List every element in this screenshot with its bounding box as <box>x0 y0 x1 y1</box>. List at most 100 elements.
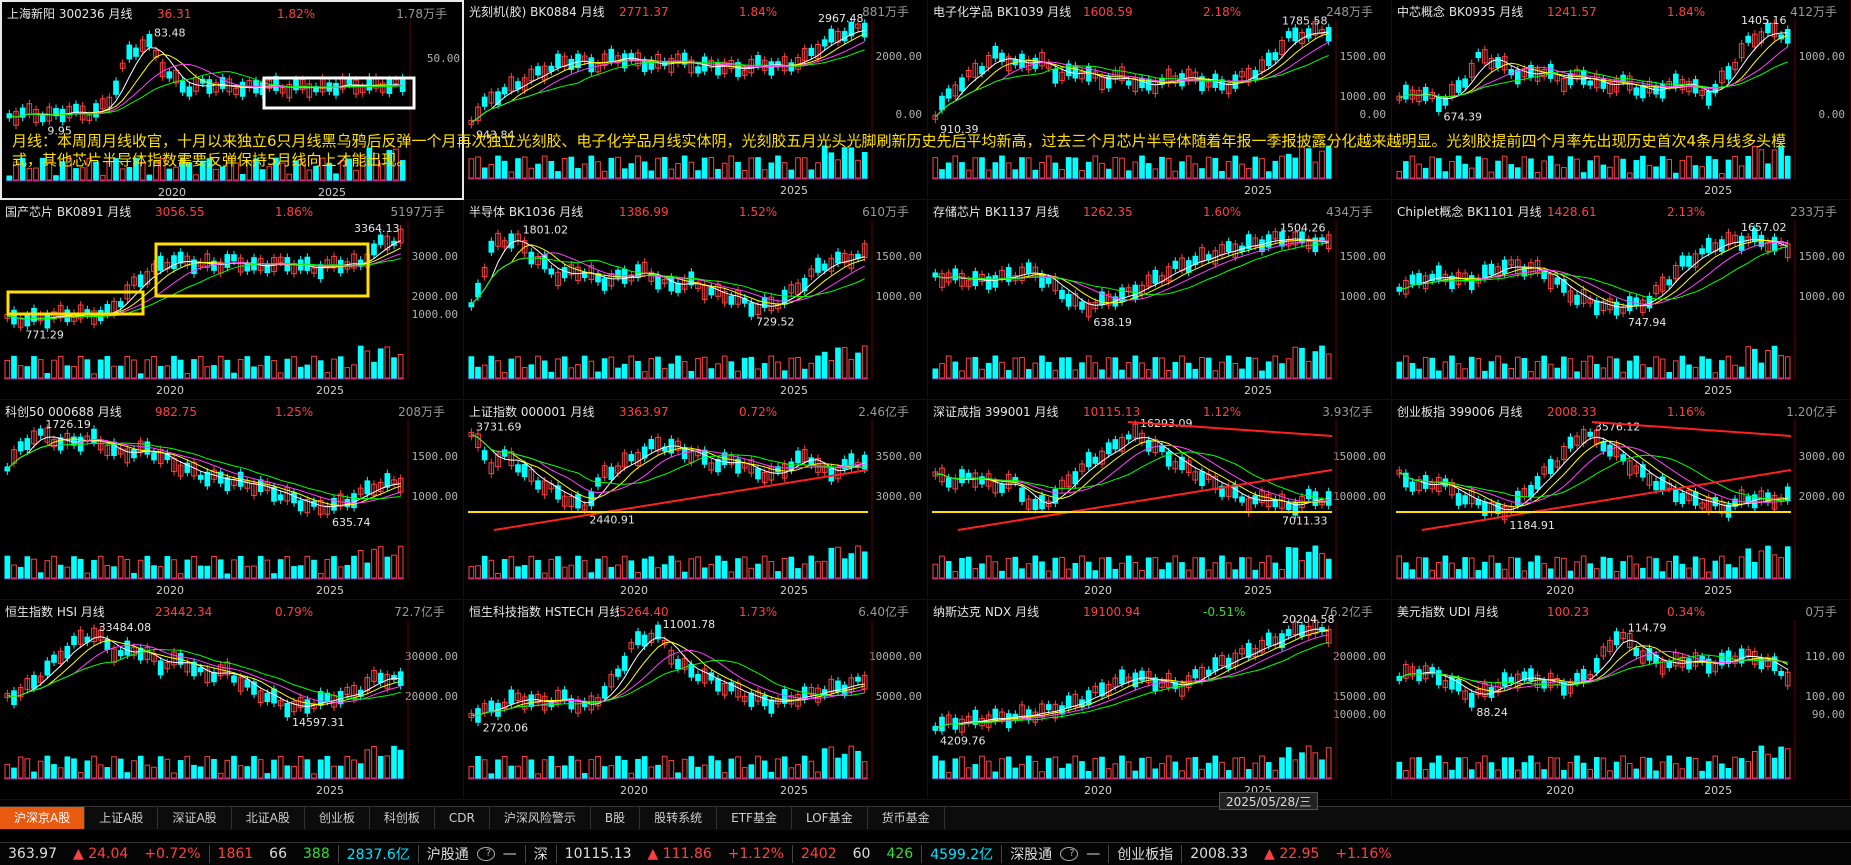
volume-bar <box>1012 767 1019 779</box>
volume-bar <box>1112 357 1119 379</box>
kline-chart[interactable]: 10000.00 5000.00 11001.78 2720.06 2020 2025 <box>464 600 928 800</box>
high-marker: 1726.19 <box>45 418 90 431</box>
kline-chart[interactable]: 1000.00 0.00 1405.16 674.39 2025 <box>1392 0 1851 200</box>
market-tab[interactable]: 北证A股 <box>232 807 305 829</box>
volume-bar <box>1099 369 1105 379</box>
candle <box>515 81 521 90</box>
volume-bar <box>6 175 13 181</box>
kline-chart[interactable]: 2000.000.002967.48943.842025 <box>464 0 928 200</box>
volume-bar <box>97 359 104 379</box>
volume-bar <box>568 755 575 779</box>
kline-chart[interactable]: 1500.00 1000.00 1504.26 638.19 2025 <box>928 200 1392 400</box>
volume-bar <box>1219 361 1225 379</box>
kline-chart[interactable]: 110.00 100.00 90.00 114.79 88.24 2020 2025 <box>1392 600 1851 800</box>
volume-bar <box>728 571 735 579</box>
volume-bar <box>821 748 828 779</box>
kline-chart[interactable]: 1500.00 1000.00 1657.02 747.94 2025 <box>1392 200 1851 400</box>
chart-panel[interactable]: 国产芯片 BK0891 月线 3056.55 1.86% 5197万手 3000.00 2… <box>0 200 464 400</box>
hgt-label[interactable]: 沪股通 <box>419 844 477 864</box>
volume-bar <box>1587 355 1594 379</box>
volume-bar <box>1738 758 1745 779</box>
volume-bar <box>588 759 595 779</box>
volume-bar <box>795 568 801 579</box>
market-tab[interactable]: 深证A股 <box>158 807 232 829</box>
y-axis-label: 1000.00 <box>1340 290 1386 303</box>
y-axis-label: 50.00 <box>427 52 460 65</box>
low-marker: 2720.06 <box>483 721 529 734</box>
market-tab[interactable]: ETF基金 <box>717 807 792 829</box>
kline-chart[interactable]: 20000.00 15000.00 10000.00 20204.58 4209.76 2… <box>928 600 1392 800</box>
y-axis-label: 20000.00 <box>1333 650 1386 663</box>
kline-chart[interactable]: 3000.00 2000.00 1000.00 3364.13 771.29 2020 20… <box>0 200 464 400</box>
chart-panel[interactable]: 上证指数 000001 月线 3363.97 0.72% 2.46亿手 3500.00 3… <box>464 400 928 600</box>
volume-bar <box>124 559 131 579</box>
candle <box>1567 436 1574 449</box>
volume-bar <box>84 760 91 779</box>
volume-bar <box>795 356 801 379</box>
volume-bar <box>841 753 848 779</box>
kline-chart[interactable]: 1500.001000.000.001785.58910.392025 <box>928 0 1392 200</box>
candle <box>795 450 801 464</box>
market-tab[interactable]: LOF基金 <box>792 807 868 829</box>
kline-chart[interactable]: 1500.00 1000.00 1726.19 635.74 2020 2025 <box>0 400 464 600</box>
chart-panel[interactable]: 美元指数 UDI 月线 100.23 0.34% 0万手 110.00 100.00 90.… <box>1392 600 1851 800</box>
volume-bar <box>939 169 945 179</box>
chart-panel[interactable]: 创业板指 399006 月线 2008.33 1.16% 1.20亿手 3000.00 2… <box>1392 400 1851 600</box>
volume-bar <box>1712 372 1719 379</box>
volume-bar <box>959 558 965 579</box>
market-tab[interactable]: 创业板 <box>305 807 370 829</box>
market-tab[interactable]: 股转系统 <box>640 807 718 829</box>
volume-bar <box>1165 562 1172 579</box>
chart-panel[interactable]: 上海新阳 300236 月线 36.31 1.82% 1.78万手 50.00 83.48… <box>0 0 464 200</box>
chart-panel[interactable]: 存储芯片 BK1137 月线 1262.35 1.60% 434万手 1500.00 10… <box>928 200 1392 400</box>
help-icon[interactable]: ? <box>1060 847 1079 861</box>
volume-bar <box>397 545 404 579</box>
market-tab[interactable]: B股 <box>591 807 641 829</box>
kline-chart[interactable]: 15000.0010000.0016293.097011.332020 2025 <box>928 400 1392 600</box>
volume-bar <box>661 755 668 779</box>
kline-chart[interactable]: 50.0083.489.952020 2025 <box>2 2 464 200</box>
volume-bar <box>775 758 781 779</box>
candle <box>1501 259 1508 274</box>
sgt-label[interactable]: 深股通 <box>1002 844 1060 864</box>
volume-bar <box>1252 569 1259 579</box>
market-tab[interactable]: 上证A股 <box>85 807 159 829</box>
kline-chart[interactable]: 30000.00 20000.00 33484.08 14597.31 2025 <box>0 600 464 800</box>
chart-panel[interactable]: 科创50 000688 月线 982.75 1.25% 208万手 1500.00 100… <box>0 400 464 600</box>
y-axis-label: 30000.00 <box>405 650 458 663</box>
chart-panel[interactable]: 深证成指 399001 月线 10115.13 1.12% 3.93亿手 15000.0… <box>928 400 1392 600</box>
chart-panel[interactable]: 电子化学品 BK1039 月线 1608.59 2.18% 248万手 1500.00 1… <box>928 0 1392 200</box>
candle <box>124 640 131 656</box>
volume-bar <box>681 361 688 379</box>
market-tab[interactable]: 沪深京A股 <box>0 807 86 829</box>
volume-bar <box>1699 770 1705 779</box>
market-tab[interactable]: 沪深风险警示 <box>490 807 591 829</box>
chart-panel[interactable]: 半导体 BK1036 月线 1386.99 1.52% 610万手 1500.00 100… <box>464 200 928 400</box>
market-tab[interactable]: CDR <box>435 807 490 829</box>
chart-panel[interactable]: 恒生指数 HSI 月线 23442.34 0.79% 72.7亿手 30000.00 20… <box>0 600 464 800</box>
volume-bar <box>1626 555 1633 579</box>
kline-chart[interactable]: 3500.00 3000.00 3731.69 2440.91 2020 2025 <box>464 400 928 600</box>
volume-bar <box>1574 755 1580 779</box>
volume-bar <box>84 572 91 579</box>
candle <box>1436 670 1442 686</box>
volume-bar <box>741 357 748 379</box>
volume-bar <box>1185 757 1192 779</box>
chart-panel[interactable]: Chiplet概念 BK1101 月线 1428.61 2.13% 233万手 1500… <box>1392 200 1851 400</box>
market-tab[interactable]: 科创板 <box>370 807 435 829</box>
chart-panel[interactable]: 中芯概念 BK0935 月线 1241.57 1.84% 412万手 1000.00 0.… <box>1392 0 1851 200</box>
candle <box>1292 27 1299 42</box>
volume-bar <box>1312 752 1319 779</box>
kline-chart[interactable]: 1500.00 1000.00 1801.02 729.52 2025 <box>464 200 928 400</box>
volume-bar <box>164 556 171 579</box>
chart-panel[interactable]: 纳斯达克 NDX 月线 19100.94 -0.51% 76.2亿手 20000.00 1… <box>928 600 1392 800</box>
volume-bar <box>77 558 84 579</box>
volume-bar <box>1396 555 1403 579</box>
volume-bar <box>1085 770 1092 779</box>
chart-panel[interactable]: 光刻机(胶) BK0884 月线 2771.37 1.84% 881万手 2000.00… <box>464 0 928 200</box>
candle <box>1468 692 1475 708</box>
market-tab[interactable]: 货币基金 <box>868 807 945 829</box>
chart-panel[interactable]: 恒生科技指数 HSTECH 月线 5264.40 1.73% 6.40亿手 10000.… <box>464 600 928 800</box>
help-icon[interactable]: ? <box>476 847 495 861</box>
kline-chart[interactable]: 3000.002000.003576.121184.912020 2025 <box>1392 400 1851 600</box>
